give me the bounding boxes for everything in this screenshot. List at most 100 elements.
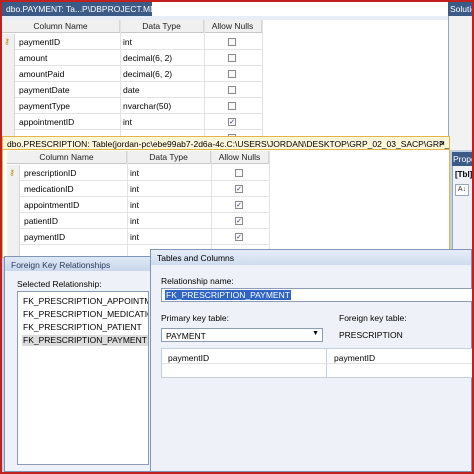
data-type-cell[interactable]: int <box>120 114 204 130</box>
column-name-cell[interactable]: paymentID <box>16 34 120 50</box>
foreign-key-table-label: Foreign key table: <box>339 313 407 323</box>
data-type-header[interactable]: Data Type <box>127 151 211 164</box>
data-type-cell[interactable]: int <box>127 181 211 197</box>
foreign-key-column-cell[interactable]: paymentID <box>334 353 375 363</box>
allow-nulls-checkbox[interactable] <box>228 102 236 110</box>
row-selector[interactable] <box>7 197 20 213</box>
row-selector[interactable] <box>2 82 15 98</box>
allow-nulls-checkbox[interactable]: ✓ <box>235 233 243 241</box>
relationship-list-item[interactable]: FK_PRESCRIPTION_PAYMENT <box>22 335 148 346</box>
data-type-cell[interactable]: decimal(6, 2) <box>120 50 204 66</box>
allow-nulls-checkbox[interactable] <box>228 86 236 94</box>
selected-relationship-label: Selected Relationship: <box>17 279 102 289</box>
grid-divider <box>204 20 205 146</box>
grid-divider <box>127 151 128 261</box>
table-row[interactable]: amountPaid decimal(6, 2) <box>2 66 262 82</box>
allow-nulls-header[interactable]: Allow Nulls <box>211 151 269 164</box>
table-row[interactable]: amount decimal(6, 2) <box>2 50 262 66</box>
column-name-cell[interactable]: prescriptionID <box>21 165 127 181</box>
row-selector[interactable] <box>2 98 15 114</box>
data-type-cell[interactable]: int <box>120 34 204 50</box>
table-row[interactable]: medicationID int ✓ <box>7 181 269 197</box>
tab-payment-designer[interactable]: dbo.PAYMENT: Ta...P\DBPROJECT.MDF) × <box>2 2 175 16</box>
prescription-window-title[interactable]: dbo.PRESCRIPTION: Table(jordan-pc\ebe99a… <box>3 137 449 150</box>
grid-divider <box>262 20 263 146</box>
column-name-header[interactable]: Column Name <box>2 20 120 33</box>
table-row[interactable]: patientID int ✓ <box>7 213 269 229</box>
table-row[interactable]: ⚷ prescriptionID int <box>7 165 269 181</box>
allow-nulls-checkbox[interactable] <box>228 54 236 62</box>
relationship-list-item[interactable]: FK_PRESCRIPTION_APPOINTMEN <box>22 296 148 307</box>
primary-key-table-select[interactable]: PAYMENT ▼ <box>161 328 323 342</box>
primary-key-column-cell[interactable]: paymentID <box>168 353 209 363</box>
column-name-cell[interactable]: patientID <box>21 213 127 229</box>
column-name-cell[interactable]: appointmentID <box>16 114 120 130</box>
close-icon[interactable]: × <box>170 4 175 14</box>
data-type-cell[interactable]: int <box>127 213 211 229</box>
data-type-cell[interactable]: nvarchar(50) <box>120 98 204 114</box>
grid-divider <box>211 151 212 261</box>
primary-key-table-value: PAYMENT <box>166 331 206 341</box>
row-selector[interactable] <box>2 66 15 82</box>
allow-nulls-checkbox[interactable]: ✓ <box>235 185 243 193</box>
primary-key-icon: ⚷ <box>9 168 15 177</box>
allow-nulls-checkbox[interactable]: ✓ <box>235 217 243 225</box>
column-name-cell[interactable]: amount <box>16 50 120 66</box>
data-type-cell[interactable]: decimal(6, 2) <box>120 66 204 82</box>
table-row[interactable]: ⚷ paymentID int <box>2 34 262 50</box>
allow-nulls-checkbox[interactable] <box>228 70 236 78</box>
column-name-cell[interactable]: medicationID <box>21 181 127 197</box>
allow-nulls-checkbox[interactable]: ✓ <box>235 201 243 209</box>
payment-table-designer: dbo.PAYMENT: Ta...P\DBPROJECT.MDF) × Colu… <box>2 2 450 146</box>
relationship-list-item[interactable]: FK_PRESCRIPTION_PATIENT <box>22 322 148 333</box>
foreign-key-relationships-dialog: Foreign Key Relationships Selected Relat… <box>4 256 156 472</box>
close-icon[interactable]: × <box>440 138 445 148</box>
prescription-column-grid: Column Name Data Type Allow Nulls ⚷ presc… <box>7 151 270 261</box>
table-row[interactable]: paymentType nvarchar(50) <box>2 98 262 114</box>
table-row[interactable]: paymentDate date <box>2 82 262 98</box>
column-name-cell[interactable]: paymentID <box>21 229 127 245</box>
sort-alphabetical-icon[interactable]: A↓ <box>455 184 469 196</box>
primary-key-icon: ⚷ <box>4 37 10 46</box>
data-type-cell[interactable]: date <box>120 82 204 98</box>
data-type-header[interactable]: Data Type <box>120 20 204 33</box>
tables-columns-title: Tables and Columns <box>151 250 471 265</box>
tab-properties[interactable]: Properties <box>452 152 472 166</box>
table-row[interactable]: appointmentID int ✓ <box>2 114 262 130</box>
table-row[interactable]: appointmentID int ✓ <box>7 197 269 213</box>
column-name-cell[interactable]: paymentDate <box>16 82 120 98</box>
column-name-cell[interactable]: appointmentID <box>21 197 127 213</box>
relationship-list-item[interactable]: FK_PRESCRIPTION_MEDICATION <box>22 309 148 320</box>
relationship-list[interactable]: FK_PRESCRIPTION_APPOINTMEN FK_PRESCRIPTIO… <box>17 291 149 465</box>
table-row[interactable]: paymentID int ✓ <box>7 229 269 245</box>
allow-nulls-checkbox[interactable]: ✓ <box>228 118 236 126</box>
tab-solution-explorer[interactable]: Solution <box>448 2 472 16</box>
prescription-title-text: dbo.PRESCRIPTION: Table(jordan-pc\ebe99a… <box>7 139 449 149</box>
row-selector[interactable] <box>7 213 20 229</box>
fk-dialog-title: Foreign Key Relationships <box>5 257 155 271</box>
allow-nulls-checkbox[interactable] <box>228 38 236 46</box>
relationship-name-input[interactable]: FK_PRESCRIPTION_PAYMENT <box>161 288 473 302</box>
row-selector[interactable] <box>7 229 20 245</box>
data-type-cell[interactable]: int <box>127 229 211 245</box>
row-selector[interactable] <box>2 50 15 66</box>
column-name-header[interactable]: Column Name <box>7 151 127 164</box>
payment-column-grid: Column Name Data Type Allow Nulls ⚷ payme… <box>2 20 263 146</box>
primary-key-table-label: Primary key table: <box>161 313 230 323</box>
grid-divider <box>120 20 121 146</box>
column-name-cell[interactable]: paymentType <box>16 98 120 114</box>
properties-object-label: [Tbl] <box>455 170 473 179</box>
key-column-mapping-grid: paymentID paymentID <box>161 348 474 378</box>
data-type-cell[interactable]: int <box>127 165 211 181</box>
row-selector[interactable] <box>7 181 20 197</box>
row-selector[interactable] <box>2 114 15 130</box>
relationship-name-value: FK_PRESCRIPTION_PAYMENT <box>165 290 291 300</box>
data-type-cell[interactable]: int <box>127 197 211 213</box>
allow-nulls-header[interactable]: Allow Nulls <box>204 20 262 33</box>
tab-payment-title: dbo.PAYMENT: Ta...P\DBPROJECT.MDF) <box>6 4 165 14</box>
allow-nulls-checkbox[interactable] <box>235 169 243 177</box>
column-name-cell[interactable]: amountPaid <box>16 66 120 82</box>
relationship-name-label: Relationship name: <box>161 276 234 286</box>
chevron-down-icon[interactable]: ▼ <box>312 330 319 337</box>
foreign-key-table-value: PRESCRIPTION <box>339 330 403 340</box>
